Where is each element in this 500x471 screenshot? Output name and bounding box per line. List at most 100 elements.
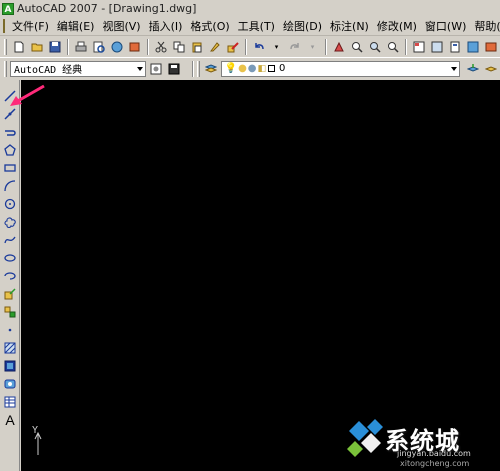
copy-button[interactable] [170, 38, 187, 55]
toolbar-grip[interactable] [4, 38, 7, 55]
draw-toolbar: A [0, 80, 20, 471]
point-button[interactable] [2, 322, 18, 338]
watermark: 系统城 jingyan.baidu.com xitongcheng.com [345, 415, 500, 471]
ellipse-button[interactable] [2, 250, 18, 266]
redo-dropdown[interactable]: ▾ [304, 38, 321, 55]
lock-icon: ◧ [257, 63, 267, 74]
workspace-select-value: AutoCAD 经典 [14, 65, 83, 76]
workspace-toolbar: AutoCAD 经典 💡 ● ● ◧ 0 [0, 58, 500, 79]
block-editor-button[interactable] [224, 38, 241, 55]
workspace-select[interactable]: AutoCAD 经典 [10, 60, 146, 77]
menu-view[interactable]: 视图(V) [98, 18, 144, 34]
pan-button[interactable] [330, 38, 347, 55]
toolbar-grip[interactable] [4, 60, 7, 77]
polyline-button[interactable] [2, 124, 18, 140]
properties-button[interactable] [410, 38, 427, 55]
sheet-set-icon [467, 41, 478, 52]
region-button[interactable] [2, 376, 18, 392]
layer-previous-icon [484, 65, 497, 72]
spline-button[interactable] [2, 232, 18, 248]
paste-button[interactable] [188, 38, 205, 55]
layer-select[interactable]: 💡 ● ● ◧ 0 [220, 60, 461, 77]
multiline-text-button[interactable]: A [2, 412, 18, 428]
design-center-button[interactable] [428, 38, 445, 55]
paste-icon [192, 42, 201, 52]
revision-cloud-icon [4, 217, 16, 228]
menu-draw[interactable]: 绘图(D) [279, 18, 326, 34]
layers-stack-icon [205, 63, 218, 73]
publish-icon [111, 41, 122, 52]
region-icon [4, 379, 16, 389]
redo-icon [289, 42, 299, 49]
save-button[interactable] [46, 38, 63, 55]
drawing-canvas[interactable]: Y [21, 80, 500, 471]
revision-cloud-button[interactable] [2, 214, 18, 230]
markup-set-icon [485, 42, 496, 51]
polygon-button[interactable] [2, 142, 18, 158]
menu-insert[interactable]: 插入(I) [145, 18, 187, 34]
redo-button[interactable] [286, 38, 303, 55]
undo-icon [254, 42, 264, 49]
rectangle-button[interactable] [2, 160, 18, 176]
document-menu-icon[interactable] [3, 19, 5, 33]
toolbar-separator [325, 38, 327, 55]
zoom-window-button[interactable] [366, 38, 383, 55]
new-file-icon [14, 41, 23, 52]
tool-palettes-button[interactable] [446, 38, 463, 55]
sheet-set-button[interactable] [464, 38, 481, 55]
tool-palettes-icon [450, 41, 459, 52]
undo-button[interactable] [250, 38, 267, 55]
menu-file[interactable]: 文件(F) [8, 18, 53, 34]
block-editor-icon [227, 41, 239, 52]
gradient-button[interactable] [2, 358, 18, 374]
chevron-down-icon: ▾ [274, 42, 279, 51]
zoom-realtime-icon [351, 41, 363, 53]
menu-window[interactable]: 窗口(W) [421, 18, 470, 34]
toolbar-separator [405, 38, 407, 55]
workspace-settings-icon [150, 63, 162, 74]
open-folder-icon [31, 43, 42, 51]
chevron-down-icon [451, 66, 458, 71]
construction-line-button[interactable] [2, 106, 18, 122]
zoom-previous-button[interactable] [384, 38, 401, 55]
markup-set-button[interactable] [482, 38, 499, 55]
workspace-settings-button[interactable] [148, 60, 165, 77]
zoom-window-icon [369, 41, 381, 53]
menu-tools[interactable]: 工具(T) [234, 18, 279, 34]
undo-dropdown[interactable]: ▾ [268, 38, 285, 55]
toolbar-separator [147, 38, 149, 55]
insert-block-icon [4, 288, 16, 300]
cut-button[interactable] [152, 38, 169, 55]
table-button[interactable] [2, 394, 18, 410]
circle-icon [4, 198, 16, 210]
scissors-icon [155, 41, 166, 52]
layer-properties-button[interactable] [203, 60, 220, 77]
menu-edit[interactable]: 编辑(E) [53, 18, 99, 34]
arc-button[interactable] [2, 178, 18, 194]
3d-dwf-button[interactable] [126, 38, 143, 55]
annotation-arrow-icon [10, 84, 45, 106]
insert-block-button[interactable] [2, 286, 18, 302]
save-workspace-icon [168, 63, 180, 74]
publish-button[interactable] [108, 38, 125, 55]
hatch-button[interactable] [2, 340, 18, 356]
layer-previous-button[interactable] [482, 60, 499, 77]
menu-format[interactable]: 格式(O) [186, 18, 233, 34]
print-button[interactable] [72, 38, 89, 55]
color-swatch-icon [268, 65, 276, 72]
plot-preview-button[interactable] [90, 38, 107, 55]
toolbar-grip[interactable] [196, 60, 200, 77]
save-workspace-button[interactable] [166, 60, 183, 77]
menu-help[interactable]: 帮助(H) [470, 18, 500, 34]
new-button[interactable] [10, 38, 27, 55]
zoom-realtime-button[interactable] [348, 38, 365, 55]
open-button[interactable] [28, 38, 45, 55]
ellipse-arc-button[interactable] [2, 268, 18, 284]
make-block-button[interactable] [2, 304, 18, 320]
circle-button[interactable] [2, 196, 18, 212]
menu-modify[interactable]: 修改(M) [373, 18, 421, 34]
make-layer-current-button[interactable] [464, 60, 481, 77]
menu-dimension[interactable]: 标注(N) [326, 18, 373, 34]
match-properties-button[interactable] [206, 38, 223, 55]
autocad-app-icon[interactable]: A [2, 2, 14, 15]
